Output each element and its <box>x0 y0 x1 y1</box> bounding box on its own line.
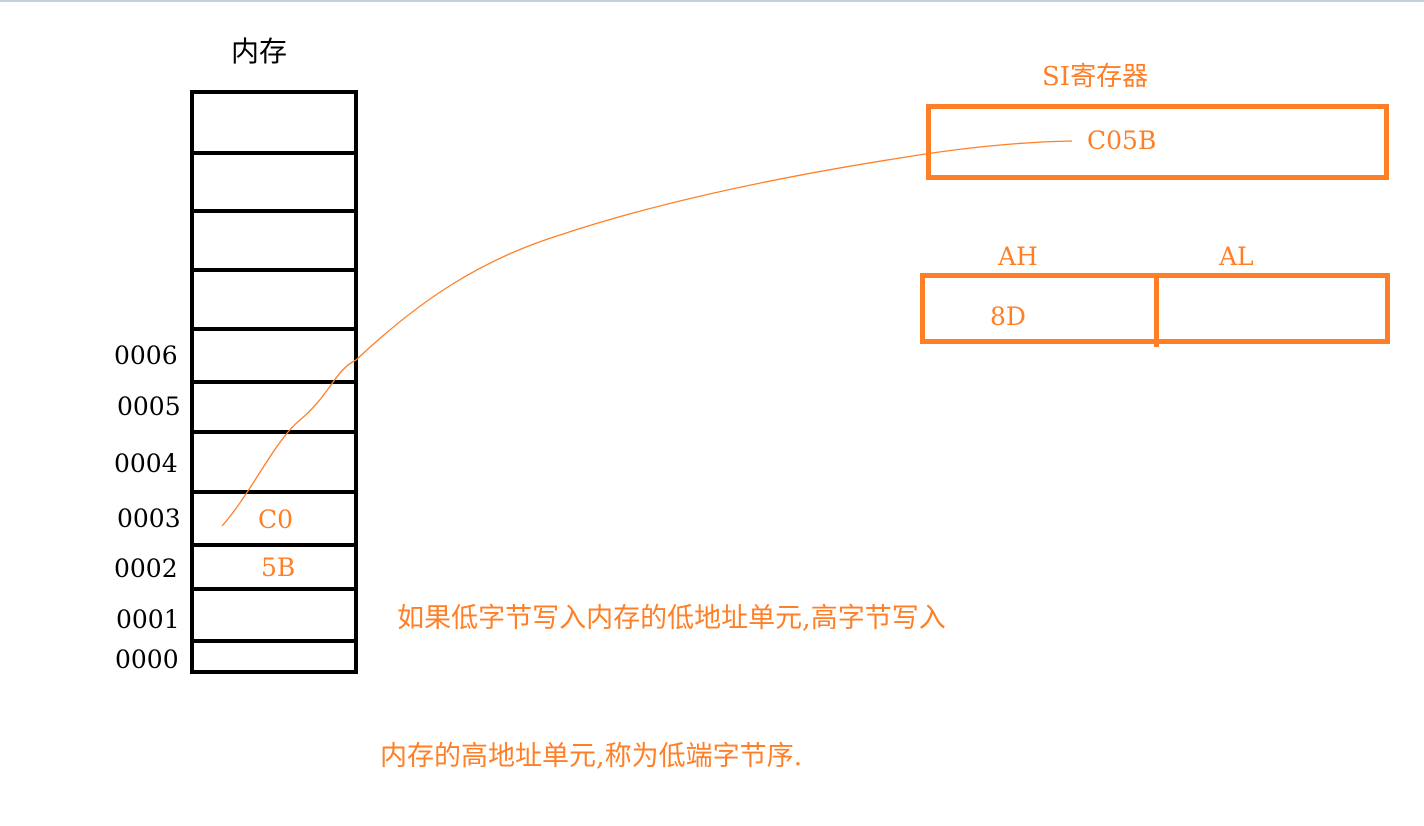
description-line-1: 如果低字节写入内存的低地址单元,高字节写入 <box>380 603 946 634</box>
memory-to-si-connector-line <box>221 140 1073 527</box>
description-line-2: 内存的高地址单元,称为低端字节序. <box>380 741 803 772</box>
endianness-description: 如果低字节写入内存的低地址单元,高字节写入 内存的高地址单元,称为低端字节序. <box>380 504 1080 826</box>
